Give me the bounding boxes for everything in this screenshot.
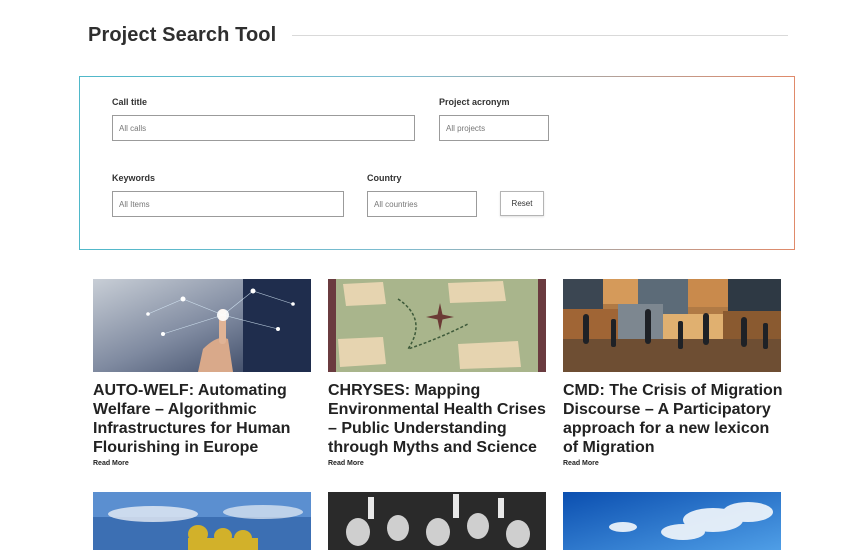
call-title-input[interactable] <box>112 115 415 141</box>
project-image-4[interactable] <box>93 492 311 550</box>
project-image-5[interactable] <box>328 492 546 550</box>
reset-button[interactable]: Reset <box>500 191 544 216</box>
project-title[interactable]: CMD: The Crisis of Migration Discourse –… <box>563 381 787 457</box>
search-panel: Call title Project acronym Keywords Coun… <box>79 76 795 250</box>
page-title: Project Search Tool <box>88 24 277 46</box>
protest-crowd-image <box>328 492 546 550</box>
project-image-chryses[interactable] <box>328 279 546 372</box>
page-header: Project Search Tool <box>88 24 788 50</box>
read-more-link[interactable]: Read More <box>93 460 129 467</box>
country-input[interactable] <box>367 191 477 217</box>
keywords-label: Keywords <box>112 173 156 183</box>
project-acronym-input[interactable] <box>439 115 549 141</box>
sky-clouds-image <box>563 492 781 550</box>
project-title[interactable]: AUTO-WELF: Automating Welfare – Algorith… <box>93 381 317 457</box>
crowd-mosaic-image <box>563 279 781 372</box>
keywords-input[interactable] <box>112 191 344 217</box>
tech-touch-image <box>93 279 311 372</box>
project-card-6 <box>563 492 781 550</box>
project-card-4 <box>93 492 311 550</box>
country-label: Country <box>367 173 402 183</box>
project-card-chryses: CHRYSES: Mapping Environmental Health Cr… <box>328 279 546 469</box>
read-more-link[interactable]: Read More <box>563 460 599 467</box>
project-image-cmd[interactable] <box>563 279 781 372</box>
project-card-5 <box>328 492 546 550</box>
project-image-auto-welf[interactable] <box>93 279 311 372</box>
title-divider <box>292 35 788 36</box>
project-card-cmd: CMD: The Crisis of Migration Discourse –… <box>563 279 783 469</box>
project-title[interactable]: CHRYSES: Mapping Environmental Health Cr… <box>328 381 552 457</box>
project-acronym-label: Project acronym <box>439 97 510 107</box>
project-image-6[interactable] <box>563 492 781 550</box>
read-more-link[interactable]: Read More <box>328 460 364 467</box>
map-illustration-image <box>328 279 546 372</box>
hazmat-workers-image <box>93 492 311 550</box>
project-card-auto-welf: AUTO-WELF: Automating Welfare – Algorith… <box>93 279 311 469</box>
call-title-label: Call title <box>112 97 148 107</box>
